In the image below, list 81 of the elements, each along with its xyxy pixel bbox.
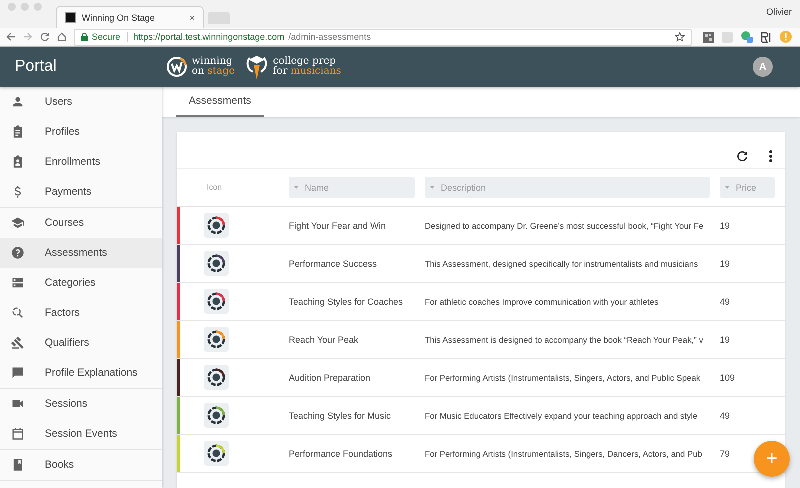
profile-name[interactable]: Olivier	[766, 7, 792, 17]
table-cell-text: This Assessment, designed specifically for instrumentalists and musicians	[425, 258, 700, 268]
assessment-icon	[204, 403, 229, 428]
caret-icon	[725, 186, 730, 189]
table-cell-text: For Performing Artists (Instrumentalists, Singers, Dancers, Actors, and Pub	[425, 448, 704, 458]
person-icon	[11, 95, 25, 109]
logo-text: college prep	[273, 57, 336, 67]
sidebar-item[interactable]: Users	[0, 87, 162, 117]
sidebar-item[interactable]: Sessions	[0, 389, 162, 419]
calendar-icon	[11, 427, 25, 441]
table-cell-text: 19	[720, 220, 732, 230]
refresh-icon[interactable]	[736, 150, 749, 163]
assessment-icon	[204, 441, 229, 466]
sidebar-item[interactable]: Categories	[0, 268, 162, 298]
sidebar-item[interactable]: Qualifiers	[0, 328, 162, 358]
table-cell-text: Teaching Styles for Music	[289, 410, 392, 420]
assessment-icon	[204, 213, 229, 238]
id-badge-icon	[11, 155, 25, 169]
close-tab-button[interactable]: ×	[190, 12, 195, 22]
table-cell-text: 19	[720, 334, 732, 344]
table-cell-text: 49	[720, 410, 732, 420]
column-header: Icon	[206, 183, 224, 192]
graduation-quill-icon	[245, 53, 270, 81]
table-cell-text: Performance Foundations	[289, 448, 394, 458]
url-origin: https://portal.test.winningonstage.com	[134, 32, 285, 42]
list-icon	[11, 276, 25, 290]
qr-code-icon[interactable]	[703, 32, 714, 42]
logo-emblem-icon	[166, 56, 188, 78]
logo-text: on stage	[192, 67, 236, 77]
page-tab[interactable]: Assessments	[176, 87, 264, 117]
assessment-icon	[204, 327, 229, 352]
home-icon[interactable]	[57, 32, 67, 42]
url-path: /admin-assessments	[288, 32, 372, 42]
table-cell-text: For athletic coaches Improve communication with your athletes	[425, 296, 660, 306]
sidebar-item[interactable]: Assessments	[0, 238, 162, 268]
table-cell-text: This Assessment is designed to accompany the book “Reach Your Peak,” v	[425, 334, 704, 344]
table-cell-text: Reach Your Peak	[289, 334, 360, 344]
app-title: Portal	[14, 58, 58, 76]
star-icon[interactable]	[675, 32, 685, 42]
book-icon	[11, 458, 25, 472]
sidebar-item[interactable]: Books	[0, 450, 162, 480]
sidebar-item[interactable]: Session Events	[0, 419, 162, 449]
security-label: Secure	[92, 32, 121, 42]
table-cell-text: Teaching Styles for Coaches	[289, 296, 404, 306]
table-cell-text: 109	[720, 372, 736, 382]
table-cell-text: For Performing Artists (Instrumentalists, Singers, Actors, and Public Speak	[425, 372, 702, 382]
lock-icon	[81, 33, 88, 41]
comment-icon	[11, 366, 25, 380]
table-cell-text: Designed to accompany Dr. Greene’s most successful book, “Fight Your Fe	[425, 220, 705, 230]
sidebar-item[interactable]: Factors	[0, 298, 162, 328]
table-cell-text: Audition Preparation	[289, 372, 372, 382]
sidebar-item[interactable]: Profile Explanations	[0, 358, 162, 388]
clipboard-icon	[11, 125, 25, 139]
address-bar[interactable]: Secure https://portal.test.winningonstage.com /admin-assessments	[74, 28, 692, 46]
assessment-icon	[204, 289, 229, 314]
logo-text: winning	[192, 57, 234, 67]
table-cell-text: Fight Your Fear and Win	[289, 220, 388, 230]
reload-icon[interactable]	[40, 32, 50, 42]
favicon-icon	[65, 12, 76, 23]
caret-icon	[294, 186, 299, 189]
caret-icon	[430, 186, 435, 189]
sidebar-item[interactable]: Profiles	[0, 117, 162, 147]
table-cell-text: 79	[720, 448, 732, 458]
sidebar-item[interactable]: Courses	[0, 208, 162, 238]
search-icon	[11, 306, 25, 320]
table-cell-text: Performance Success	[289, 258, 378, 268]
table-cell-text: 19	[720, 258, 732, 268]
assessment-icon	[204, 365, 229, 390]
help-icon	[11, 246, 25, 260]
extension-icon[interactable]	[761, 32, 772, 42]
graduation-cap-icon	[11, 216, 25, 230]
back-icon[interactable]	[6, 32, 16, 42]
table-cell-text: For Music Educators Effectively expand your teaching approach and style	[425, 410, 699, 420]
assessment-icon	[204, 251, 229, 276]
sidebar-item[interactable]: Payments	[0, 177, 162, 207]
gavel-icon	[11, 336, 25, 350]
logo-text: for musicians	[273, 67, 342, 77]
browser-tab[interactable]: Winning On Stage ×	[56, 6, 204, 28]
more-icon[interactable]	[769, 150, 773, 163]
sidebar-item[interactable]: Enrollments	[0, 147, 162, 177]
table-cell-text: 49	[720, 296, 732, 306]
